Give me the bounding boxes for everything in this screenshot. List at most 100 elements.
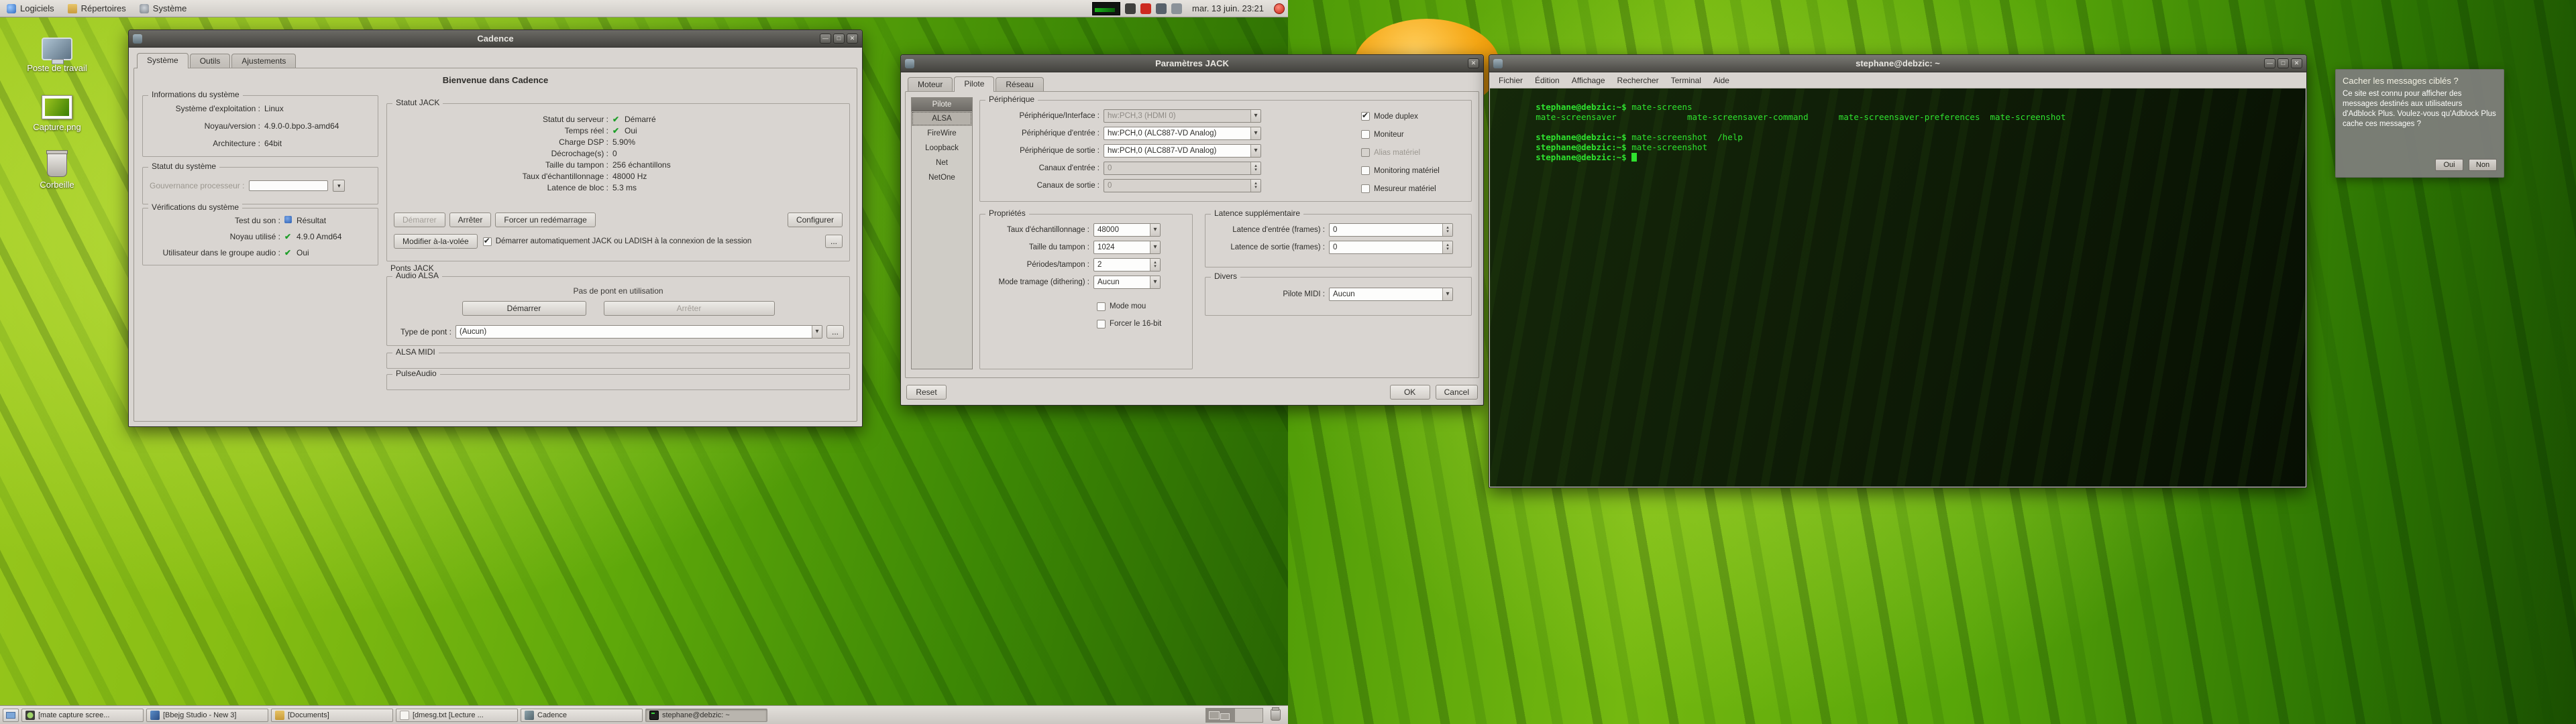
- panel-menu[interactable]: Système: [133, 0, 194, 17]
- field-control[interactable]: 0: [1104, 179, 1261, 192]
- field-control[interactable]: hw:PCH,0 (ALC887-VD Analog): [1104, 127, 1261, 140]
- desktop-icon-capture-png[interactable]: Capture.png: [17, 95, 97, 132]
- network-icon[interactable]: [1171, 3, 1182, 14]
- notification-title: Cacher les messages ciblés ?: [2336, 70, 2504, 89]
- panel-menu[interactable]: Répertoires: [61, 0, 133, 17]
- terminal-titlebar[interactable]: stephane@debzic: ~: [1489, 55, 2306, 72]
- update-alert-icon[interactable]: [1140, 3, 1151, 14]
- jack-settings-titlebar[interactable]: Paramètres JACK: [901, 55, 1483, 72]
- jack-stop-button[interactable]: Arrêter: [449, 213, 492, 227]
- device-option-checkbox[interactable]: Monitoring matériel: [1361, 162, 1467, 180]
- taskbar-button[interactable]: [Bbejg Studio - New 3]: [146, 709, 268, 722]
- menu-item[interactable]: Affichage: [1566, 74, 1611, 87]
- window-title: Cadence: [129, 34, 862, 44]
- property-checkbox[interactable]: Mode mou: [1097, 298, 1161, 315]
- menu-item[interactable]: Édition: [1529, 74, 1566, 87]
- property-checkbox[interactable]: Forcer le 16-bit: [1097, 315, 1161, 333]
- cadence-tabs: SystèmeOutilsAjustements: [137, 52, 296, 68]
- workspace-2[interactable]: [1234, 709, 1263, 722]
- field-control[interactable]: Aucun: [1093, 276, 1161, 289]
- maximize-icon[interactable]: [833, 34, 845, 44]
- close-icon[interactable]: [847, 34, 858, 44]
- trash-applet-icon[interactable]: [1271, 709, 1281, 721]
- maximize-icon[interactable]: [2277, 58, 2289, 68]
- jack-start-button[interactable]: Démarrer: [394, 213, 445, 227]
- bridge-stop-button[interactable]: Arrêter: [604, 301, 775, 316]
- jack-force-restart-button[interactable]: Forcer un redémarrage: [495, 213, 595, 227]
- field-control[interactable]: 1024: [1093, 241, 1161, 254]
- taskbar-button[interactable]: Cadence: [521, 709, 643, 722]
- minimize-icon[interactable]: [2264, 58, 2275, 68]
- menu-item[interactable]: Aide: [1707, 74, 1735, 87]
- row-label: Noyau utilisé :: [147, 232, 284, 241]
- field-control[interactable]: 0: [1329, 241, 1453, 254]
- autostart-options-button[interactable]: ...: [825, 235, 843, 248]
- tab[interactable]: Pilote: [954, 76, 994, 92]
- menu-item[interactable]: Fichier: [1493, 74, 1529, 87]
- device-option-checkbox[interactable]: Moniteur: [1361, 125, 1467, 143]
- jack-configure-button[interactable]: Configurer: [788, 213, 843, 227]
- driver-list-item[interactable]: Loopback: [912, 141, 972, 156]
- driver-list-item[interactable]: ALSA: [912, 111, 972, 126]
- bridge-type-combo[interactable]: (Aucun): [455, 325, 822, 339]
- shutdown-icon[interactable]: [1274, 3, 1285, 14]
- dialog-buttons: Reset OK Cancel: [906, 385, 1478, 400]
- field-value: Aucun: [1097, 278, 1120, 286]
- close-icon[interactable]: [2291, 58, 2302, 68]
- field-control[interactable]: hw:PCH,0 (ALC887-VD Analog): [1104, 144, 1261, 158]
- field-control[interactable]: 0: [1104, 162, 1261, 175]
- switch-master-button[interactable]: Modifier à-la-volée: [394, 234, 478, 249]
- workspace-switcher: [1205, 708, 1263, 723]
- tab[interactable]: Réseau: [996, 77, 1043, 91]
- taskbar-button[interactable]: [Documents]: [271, 709, 393, 722]
- group-title: Propriétés: [985, 208, 1029, 218]
- menu-item[interactable]: Terminal: [1665, 74, 1707, 87]
- bridge-start-button[interactable]: Démarrer: [462, 301, 586, 316]
- show-desktop-button[interactable]: [3, 709, 19, 722]
- minimize-icon[interactable]: [820, 34, 831, 44]
- driver-list: Pilote ALSAFireWireLoopbackNetNetOne: [911, 97, 973, 369]
- row-value: 4.9.0-0.bpo.3-amd64: [264, 121, 339, 131]
- driver-list-item[interactable]: FireWire: [912, 126, 972, 141]
- workspace-1[interactable]: [1206, 709, 1234, 722]
- device-option-checkbox[interactable]: Mesureur matériel: [1361, 180, 1467, 198]
- cpu-governor-dropdown[interactable]: [333, 180, 345, 192]
- field-control[interactable]: 0: [1329, 223, 1453, 237]
- system-monitor-applet[interactable]: [1092, 2, 1120, 15]
- reset-button[interactable]: Reset: [906, 385, 947, 400]
- bridge-type-options-button[interactable]: ...: [826, 325, 844, 339]
- tab[interactable]: Ajustements: [231, 54, 296, 68]
- screenshot-tray-icon[interactable]: [1125, 3, 1136, 14]
- messenger-icon[interactable]: [1156, 3, 1167, 14]
- tab[interactable]: Outils: [190, 54, 231, 68]
- field-control[interactable]: 48000: [1093, 223, 1161, 237]
- tab[interactable]: Système: [137, 53, 189, 68]
- menu-item[interactable]: Rechercher: [1611, 74, 1665, 87]
- field-value: hw:PCH,0 (ALC887-VD Analog): [1108, 147, 1216, 155]
- chevron-down-icon: [1250, 162, 1260, 174]
- close-icon[interactable]: [1468, 58, 1479, 68]
- no-button[interactable]: Non: [2469, 159, 2497, 171]
- taskbar-button[interactable]: [dmesg.txt [Lecture ...: [396, 709, 518, 722]
- field-control[interactable]: hw:PCH,3 (HDMI 0): [1104, 109, 1261, 123]
- autostart-checkbox[interactable]: Démarrer automatiquement JACK ou LADISH …: [483, 234, 820, 249]
- terminal-output[interactable]: stephane@debzic:~$ mate-screens mate-scr…: [1490, 88, 2306, 487]
- ok-button[interactable]: OK: [1390, 385, 1430, 400]
- desktop-icon-computer[interactable]: Poste de travail: [17, 38, 97, 73]
- device-option-checkbox[interactable]: Mode duplex: [1361, 107, 1467, 125]
- panel-menu[interactable]: Logiciels: [0, 0, 61, 17]
- driver-list-item[interactable]: NetOne: [912, 170, 972, 185]
- field-control[interactable]: 2: [1093, 258, 1161, 272]
- driver-list-item[interactable]: Net: [912, 156, 972, 170]
- clock[interactable]: mar. 13 juin. 23:21: [1187, 3, 1269, 13]
- yes-button[interactable]: Oui: [2435, 159, 2463, 171]
- misc-group: Divers Pilote MIDI : Aucun: [1205, 277, 1472, 316]
- field-control[interactable]: Aucun: [1329, 288, 1453, 301]
- taskbar-button[interactable]: [mate capture scree...: [21, 709, 144, 722]
- cadence-titlebar[interactable]: Cadence: [129, 30, 862, 48]
- tab[interactable]: Moteur: [908, 77, 953, 91]
- desktop-icon-trash[interactable]: Corbeille: [17, 153, 97, 190]
- cancel-button[interactable]: Cancel: [1436, 385, 1478, 400]
- device-option-checkbox[interactable]: Alias matériel: [1361, 143, 1467, 162]
- taskbar-button[interactable]: stephane@debzic: ~: [645, 709, 767, 722]
